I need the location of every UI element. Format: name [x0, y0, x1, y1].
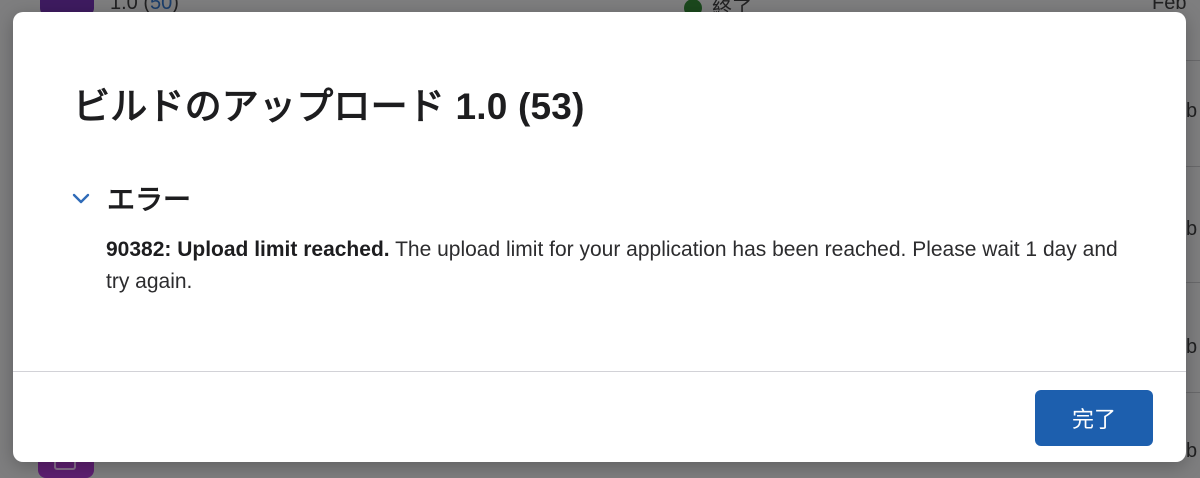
error-message: 90382: Upload limit reached. The upload …	[106, 234, 1126, 298]
errors-section-toggle[interactable]: エラー	[69, 178, 191, 218]
upload-build-dialog: ビルドのアップロード 1.0 (53) エラー 90382: Upload li…	[13, 12, 1186, 462]
dialog-title: ビルドのアップロード 1.0 (53)	[73, 86, 585, 127]
errors-section-title: エラー	[107, 184, 192, 215]
footer-divider	[13, 371, 1186, 372]
error-code: 90382: Upload limit reached.	[106, 238, 390, 261]
chevron-down-icon[interactable]	[69, 186, 93, 210]
done-button[interactable]: 完了	[1035, 390, 1153, 446]
